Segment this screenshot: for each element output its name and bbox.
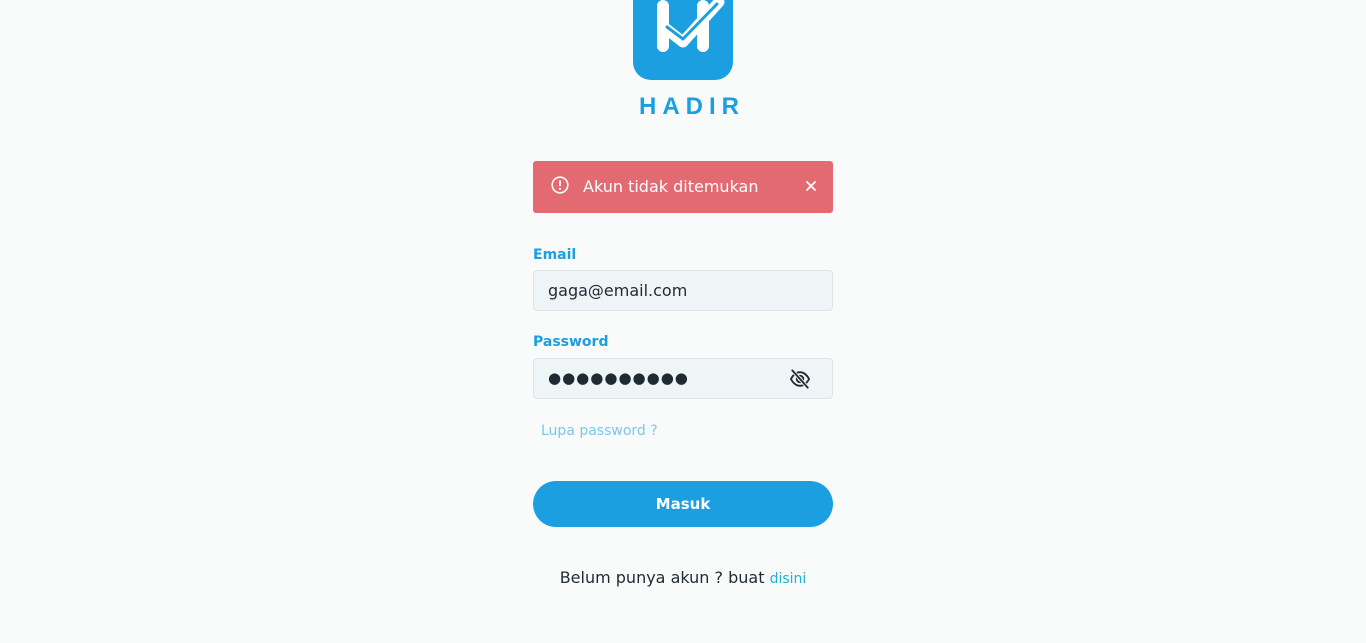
password-field-wrapper: [533, 358, 833, 399]
signup-prompt: Belum punya akun ? buat disini: [433, 568, 933, 589]
error-alert: Akun tidak ditemukan: [533, 161, 833, 213]
login-page: HADIR Akun tidak ditemukan Email Passwor…: [0, 0, 1366, 643]
hadir-logo-icon: [633, 0, 733, 80]
exclamation-circle-icon: [551, 176, 569, 194]
password-field[interactable]: [548, 359, 778, 397]
eye-slash-icon[interactable]: [789, 369, 811, 389]
close-icon[interactable]: [803, 178, 819, 194]
email-field-wrapper: [533, 270, 833, 311]
signup-text: Belum punya akun ? buat: [559, 568, 765, 587]
alert-message: Akun tidak ditemukan: [583, 177, 759, 196]
brand-name: HADIR: [639, 93, 745, 120]
password-label: Password: [533, 334, 609, 350]
signup-link[interactable]: disini: [770, 571, 807, 587]
login-button[interactable]: Masuk: [533, 481, 833, 527]
email-field[interactable]: [548, 271, 778, 309]
email-label: Email: [533, 247, 577, 263]
forgot-password-link[interactable]: Lupa password ?: [541, 422, 658, 440]
